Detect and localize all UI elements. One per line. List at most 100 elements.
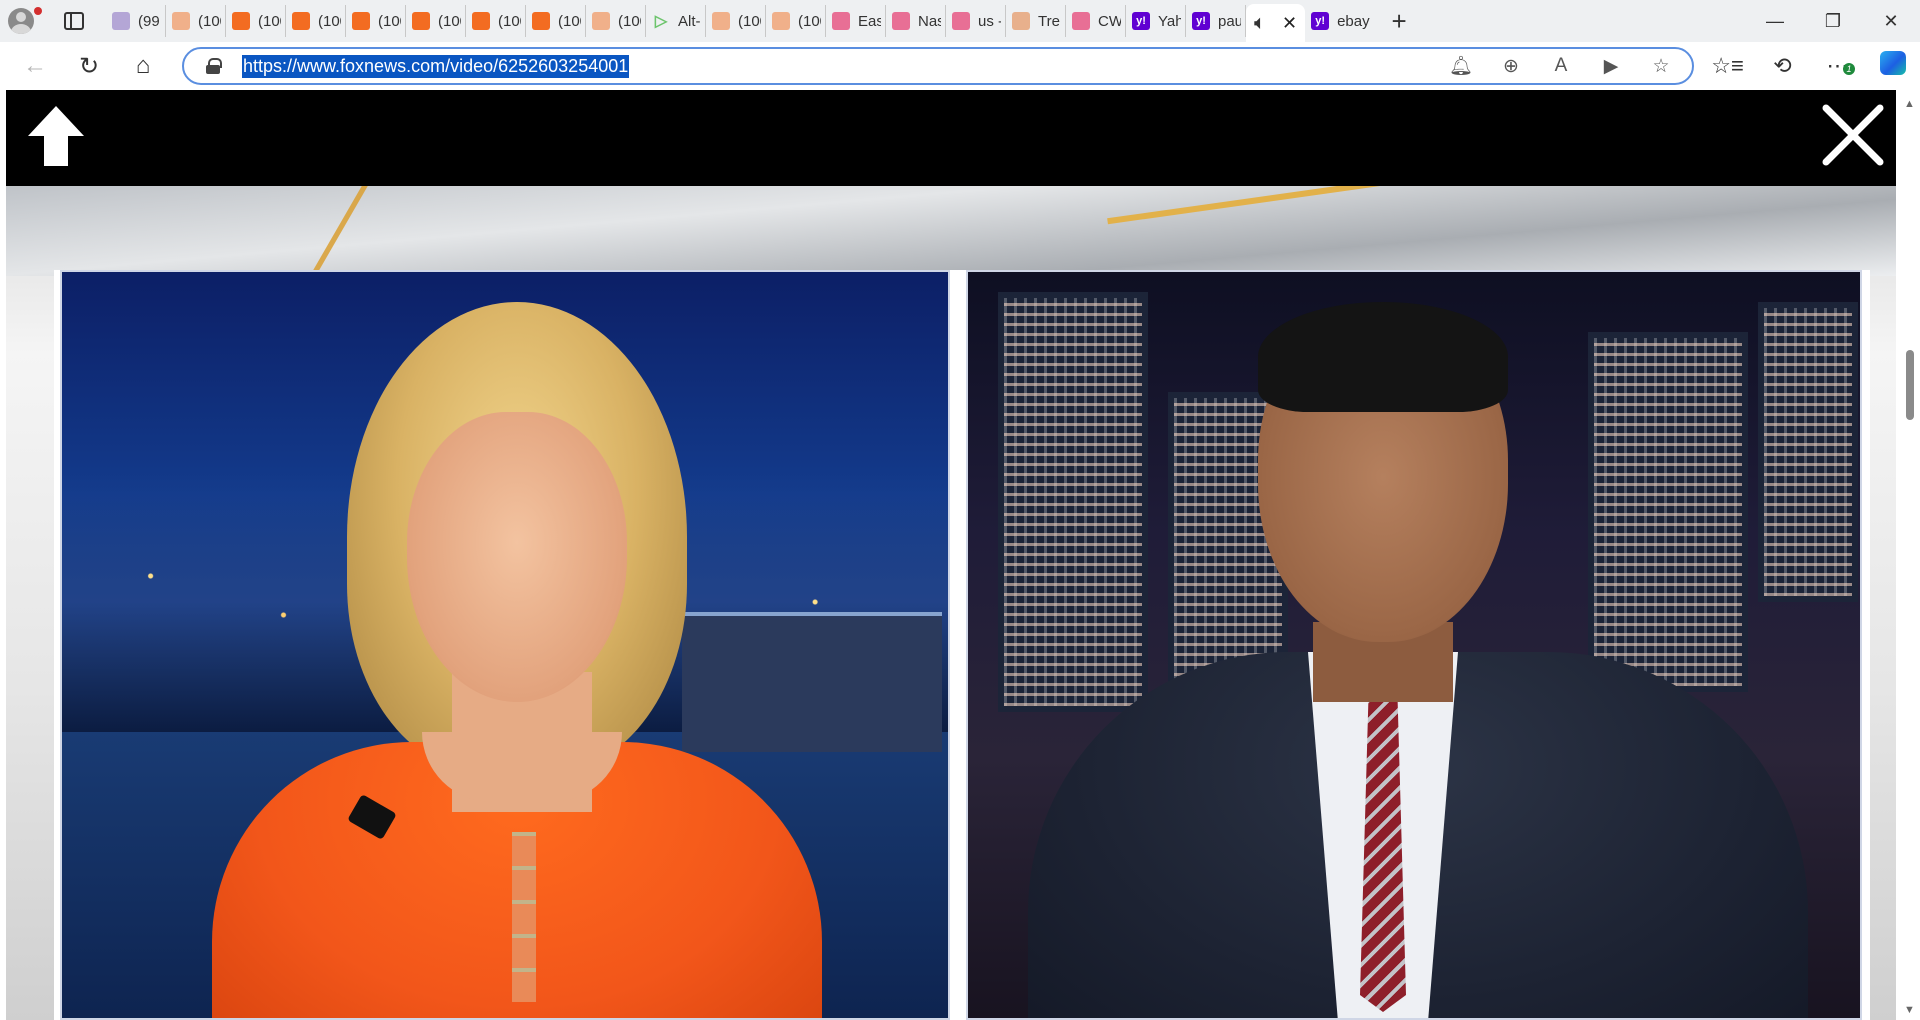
scroll-down-icon[interactable]: ▼ (1904, 1004, 1915, 1016)
tab[interactable]: y! Yahc (1126, 5, 1186, 37)
tab[interactable]: (100 (526, 5, 586, 37)
read-aloud-icon[interactable]: A (1536, 55, 1586, 77)
bookmark-pale-icon (772, 12, 790, 30)
tab[interactable]: (100 (706, 5, 766, 37)
tab[interactable]: (99,9 (106, 5, 166, 37)
yahoo-icon: y! (1132, 12, 1150, 30)
extension-badge: 1 (1843, 63, 1855, 75)
tab-label: (100 (738, 12, 761, 30)
bookmark-icon (412, 12, 430, 30)
tab[interactable]: CWA (1066, 5, 1126, 37)
video-icon (1072, 12, 1090, 30)
favorites-icon[interactable]: ☆≡ (1700, 53, 1755, 79)
home-button[interactable]: ⌂ (116, 42, 170, 90)
tab-label: paul (1218, 12, 1241, 30)
tab-label: Alt-N (678, 12, 701, 30)
up-arrow-icon[interactable] (20, 100, 92, 172)
bookmark-icon (472, 12, 490, 30)
profile-button[interactable] (0, 0, 42, 42)
tab-label: Yahc (1158, 12, 1181, 30)
video-player[interactable] (6, 90, 1896, 1020)
tab[interactable]: (100 (406, 5, 466, 37)
tab-label: ebay (1337, 12, 1370, 30)
tab-active[interactable]: 🔈︎ ✕ (1246, 4, 1306, 42)
new-tab-button[interactable]: + (1377, 0, 1421, 42)
zoom-icon[interactable]: ⊕ (1486, 55, 1536, 78)
tab[interactable]: Nas (886, 5, 946, 37)
tab[interactable]: Easie (826, 5, 886, 37)
page-content (0, 90, 1920, 1020)
tab[interactable]: us - (946, 5, 1006, 37)
guest-panel (966, 270, 1862, 1020)
bookmark-pale-icon (712, 12, 730, 30)
video-icon (832, 12, 850, 30)
circle-icon (1012, 12, 1030, 30)
tab-label: Nas (918, 12, 941, 30)
tab[interactable]: (100 (766, 5, 826, 37)
bookmark-icon (232, 12, 250, 30)
restore-button[interactable]: ❐ (1804, 0, 1862, 42)
yahoo-icon: y! (1311, 12, 1330, 30)
tab-list: (99,9 (100 (100 (100 (100 (100 (100 (100 (100 ▷ Al… (106, 0, 1246, 42)
close-window-button[interactable]: ✕ (1862, 0, 1920, 42)
play-icon: ▷ (654, 13, 668, 30)
minimize-button[interactable]: — (1746, 0, 1804, 42)
media-control-icon[interactable]: ▶ (1586, 55, 1636, 78)
copilot-icon[interactable] (1865, 51, 1920, 81)
tab-ebay[interactable]: y! ebay (1305, 5, 1377, 37)
bookmark-pale-icon (592, 12, 610, 30)
tab-label: Easie (858, 12, 881, 30)
tab[interactable]: (100 (466, 5, 526, 37)
bookmark-icon (532, 12, 550, 30)
tab-label: (100 (798, 12, 821, 30)
tab-label: (100 (438, 12, 461, 30)
address-bar-actions: 🔔︎ ⊕ A ▶ ☆ (1436, 49, 1686, 83)
yahoo-icon: y! (1192, 12, 1210, 30)
favorite-star-icon[interactable]: ☆ (1636, 55, 1686, 78)
bookmark-icon (292, 12, 310, 30)
address-url[interactable]: https://www.foxnews.com/video/6252603254… (242, 54, 630, 78)
tab[interactable]: (100 (586, 5, 646, 37)
bookmark-pale-icon (172, 12, 190, 30)
address-bar[interactable]: https://www.foxnews.com/video/6252603254… (182, 47, 1694, 85)
tab[interactable]: y! paul (1186, 5, 1246, 37)
notification-dot (34, 7, 42, 15)
mail-icon (112, 12, 130, 30)
tab-actions-button[interactable] (42, 0, 106, 42)
scroll-thumb[interactable] (1906, 350, 1914, 420)
tab[interactable]: (100 (286, 5, 346, 37)
video-icon (952, 12, 970, 30)
tab-label: (100 (198, 12, 221, 30)
browser-toolbar: ← ↻ ⌂ https://www.foxnews.com/video/6252… (0, 42, 1920, 90)
tab[interactable]: ▷ Alt-N (646, 5, 706, 37)
player-header (6, 90, 1896, 186)
tab[interactable]: (100 (226, 5, 286, 37)
video-icon (892, 12, 910, 30)
tab-label: CWA (1098, 12, 1121, 30)
lock-icon[interactable] (206, 58, 222, 74)
scroll-up-icon[interactable]: ▲ (1904, 98, 1915, 110)
back-button[interactable]: ← (8, 42, 62, 90)
bell-icon[interactable]: 🔔︎ (1436, 54, 1486, 78)
bookmark-icon (352, 12, 370, 30)
page-scrollbar[interactable]: ▲ ▼ (1900, 90, 1920, 1020)
more-menu-icon[interactable]: ⋯ 1 (1810, 53, 1865, 79)
close-tab-icon[interactable]: ✕ (1282, 13, 1297, 34)
tab-label: (99,9 (138, 12, 161, 30)
tab-actions-icon (64, 12, 84, 30)
tab-label: (100 (558, 12, 581, 30)
video-frame (6, 173, 1896, 1020)
tab[interactable]: Tren (1006, 5, 1066, 37)
tab[interactable]: (100 (346, 5, 406, 37)
history-icon[interactable]: ⟲ (1755, 53, 1810, 79)
window-controls: — ❐ ✕ (1746, 0, 1920, 42)
tab-label: (100 (258, 12, 281, 30)
tab[interactable]: (100 (166, 5, 226, 37)
split-screen (54, 270, 1870, 1020)
refresh-button[interactable]: ↻ (62, 42, 116, 90)
speaker-icon[interactable]: 🔈︎ (1254, 12, 1266, 35)
close-icon[interactable] (1818, 100, 1888, 170)
tab-label: Tren (1038, 12, 1061, 30)
tab-label: (100 (498, 12, 521, 30)
tab-strip: (99,9 (100 (100 (100 (100 (100 (100 (100 (100 ▷ Al… (0, 0, 1920, 42)
